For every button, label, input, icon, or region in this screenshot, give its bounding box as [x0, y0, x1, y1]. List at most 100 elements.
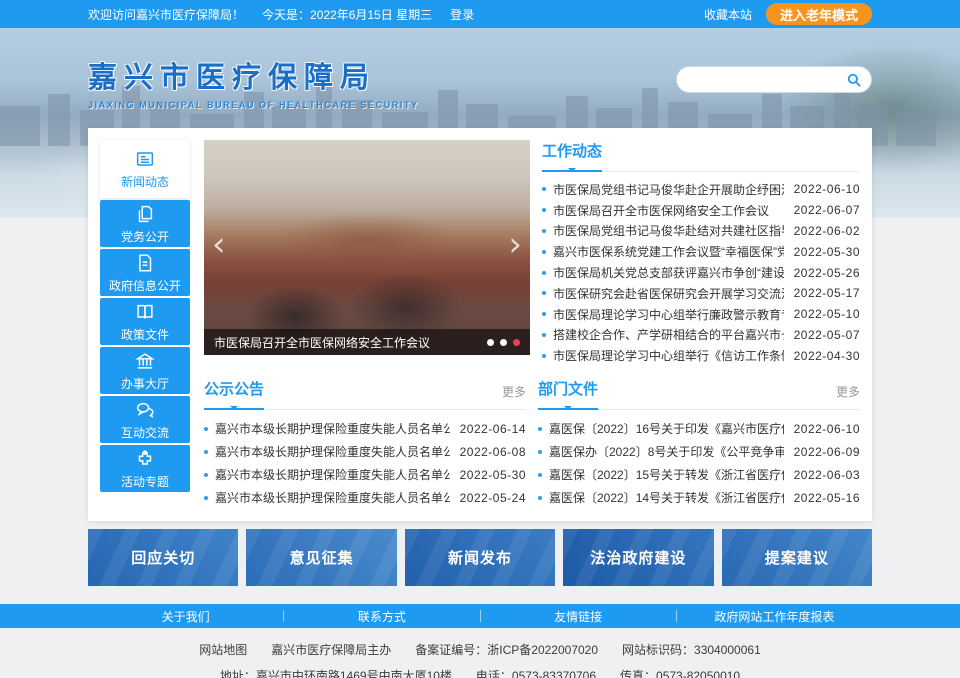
topbar: 欢迎访问嘉兴市医疗保障局！ 今天是：2022年6月15日 星期三 登录 收藏本站…: [0, 0, 960, 28]
sidebar-item-label: 政策文件: [121, 326, 169, 343]
site-title: 嘉兴市医疗保障局: [88, 54, 419, 96]
footer-link-about[interactable]: 关于我们: [88, 608, 283, 625]
bullet-icon: [204, 427, 208, 431]
department-docs-title[interactable]: 部门文件: [538, 378, 598, 410]
login-link[interactable]: 登录: [450, 6, 474, 23]
banner-respond-concerns[interactable]: 回应关切: [88, 529, 238, 586]
pages-icon: [134, 203, 156, 225]
sitemap-link[interactable]: 网站地图: [199, 643, 247, 657]
bullet-icon: [538, 450, 542, 454]
public-notice-panel: 公示公告 更多 嘉兴市本级长期护理保险重度失能人员名单公示（2...2022-0…: [204, 378, 526, 509]
footer-nav: 关于我们 联系方式 友情链接 政府网站工作年度报表: [0, 604, 960, 628]
footer-line-1: 网站地图 嘉兴市医疗保障局主办 备案证编号：浙ICP备2022007020 网站标识码…: [0, 641, 960, 658]
sidebar-item-label: 活动专题: [121, 473, 169, 490]
bullet-icon: [542, 250, 546, 254]
carousel-dots: [487, 339, 520, 346]
welcome-text: 欢迎访问嘉兴市医疗保障局！: [88, 6, 244, 23]
carousel-caption-bar: 市医保局召开全市医保网络安全工作会议: [204, 329, 530, 355]
sidebar-item-label: 办事大厅: [121, 375, 169, 392]
sidebar-item-gov-info[interactable]: 政府信息公开: [100, 249, 190, 296]
list-item[interactable]: 市医保研究会赴省医保研究会开展学习交流活动2022-05-17: [542, 283, 860, 304]
bullet-icon: [204, 450, 208, 454]
book-icon: [134, 301, 156, 323]
sidebar-item-special-topics[interactable]: 活动专题: [100, 445, 190, 492]
list-item[interactable]: 嘉兴市本级长期护理保险重度失能人员名单公示（2...2022-06-08: [204, 440, 526, 463]
footer-fax: 传真：0573-82050010: [620, 669, 740, 678]
banner-shortcuts: 回应关切 意见征集 新闻发布 法治政府建设 提案建议: [88, 529, 872, 586]
list-item[interactable]: 嘉兴市本级长期护理保险重度失能人员名单公示（2...2022-05-24: [204, 486, 526, 509]
footer: 网站地图 嘉兴市医疗保障局主办 备案证编号：浙ICP备2022007020 网站标识码…: [0, 628, 960, 678]
list-item[interactable]: 嘉医保〔2022〕15号关于转发《浙江省医疗保...2022-06-03: [538, 463, 860, 486]
list-item[interactable]: 嘉医保〔2022〕16号关于印发《嘉兴市医疗保...2022-06-10: [538, 417, 860, 440]
public-notice-list: 嘉兴市本级长期护理保险重度失能人员名单公示（2...2022-06-14 嘉兴市…: [204, 417, 526, 509]
bullet-icon: [542, 333, 546, 337]
bank-icon: [134, 350, 156, 372]
list-item[interactable]: 市医保局机关党总支部获评嘉兴市争创“建设清廉机...2022-05-26: [542, 262, 860, 283]
list-item[interactable]: 市医保局党组书记马俊华赴企开展助企纾困活动2022-06-10: [542, 179, 860, 200]
bullet-icon: [542, 229, 546, 233]
sidebar-item-news[interactable]: 新闻动态: [100, 140, 190, 198]
bullet-icon: [542, 187, 546, 191]
department-docs-list: 嘉医保〔2022〕16号关于印发《嘉兴市医疗保...2022-06-10 嘉医保…: [538, 417, 860, 509]
footer-link-friendly-links[interactable]: 友情链接: [481, 608, 676, 625]
bullet-icon: [542, 208, 546, 212]
carousel-dot-active[interactable]: [513, 339, 520, 346]
sidebar-item-service-hall[interactable]: 办事大厅: [100, 347, 190, 394]
sidebar-item-label: 党务公开: [121, 228, 169, 245]
notice-more-link[interactable]: 更多: [502, 383, 526, 409]
footer-link-annual-report[interactable]: 政府网站工作年度报表: [677, 608, 872, 625]
list-item[interactable]: 市医保局理论学习中心组举行《信访工作条例》专题...2022-04-30: [542, 345, 860, 366]
search-box: [676, 66, 872, 93]
dept-more-link[interactable]: 更多: [836, 383, 860, 409]
list-item[interactable]: 嘉兴市本级长期护理保险重度失能人员名单公示（2...2022-05-30: [204, 463, 526, 486]
work-dynamics-title[interactable]: 工作动态: [542, 140, 602, 172]
bullet-icon: [538, 427, 542, 431]
bullet-icon: [538, 473, 542, 477]
carousel-prev-icon[interactable]: ‹: [212, 227, 226, 261]
file-icon: [134, 252, 156, 274]
footer-address: 地址：嘉兴市中环南路1469号中南大厦10楼: [220, 669, 452, 678]
favorite-link[interactable]: 收藏本站: [704, 6, 752, 23]
list-item[interactable]: 嘉医保〔2022〕14号关于转发《浙江省医疗保...2022-05-16: [538, 486, 860, 509]
footer-icp: 备案证编号：浙ICP备2022007020: [415, 643, 598, 657]
list-item[interactable]: 嘉兴市本级长期护理保险重度失能人员名单公示（2...2022-06-14: [204, 417, 526, 440]
search-icon[interactable]: [845, 71, 863, 89]
department-docs-panel: 部门文件 更多 嘉医保〔2022〕16号关于印发《嘉兴市医疗保...2022-0…: [538, 378, 860, 509]
carousel-next-icon[interactable]: ›: [508, 227, 522, 261]
elder-mode-button[interactable]: 进入老年模式: [766, 3, 872, 25]
work-dynamics-panel: 工作动态 市医保局党组书记马俊华赴企开展助企纾困活动2022-06-10 市医保…: [542, 140, 860, 366]
footer-host: 嘉兴市医疗保障局主办: [271, 643, 391, 657]
banner-rule-of-law[interactable]: 法治政府建设: [563, 529, 713, 586]
sidebar-item-interaction[interactable]: 互动交流: [100, 396, 190, 443]
carousel-dot[interactable]: [500, 339, 507, 346]
footer-link-contact[interactable]: 联系方式: [284, 608, 479, 625]
work-dynamics-list: 市医保局党组书记马俊华赴企开展助企纾困活动2022-06-10 市医保局召开全市…: [542, 179, 860, 366]
bullet-icon: [542, 312, 546, 316]
list-item[interactable]: 市医保局理论学习中心组举行廉政警示教育专题学习...2022-05-10: [542, 304, 860, 325]
bullet-icon: [542, 291, 546, 295]
main-content: 新闻动态 党务公开 政府信息公开: [88, 128, 872, 521]
footer-site-code: 网站标识码：3304000061: [622, 643, 761, 657]
list-item[interactable]: 嘉兴市医保系统党建工作会议暨“幸福医保”党建联...2022-05-30: [542, 241, 860, 262]
chat-icon: [134, 399, 156, 421]
bullet-icon: [542, 354, 546, 358]
search-input[interactable]: [689, 73, 845, 87]
list-item[interactable]: 搭建校企合作、产学研相结合的平台嘉兴市长期护理...2022-05-07: [542, 325, 860, 346]
sidebar-item-policy-docs[interactable]: 政策文件: [100, 298, 190, 345]
site-brand: 嘉兴市医疗保障局 JIAXING MUNICIPAL BUREAU OF HEA…: [88, 54, 419, 110]
today-text: 今天是：2022年6月15日 星期三: [262, 6, 432, 23]
carousel[interactable]: ‹ › 市医保局召开全市医保网络安全工作会议: [204, 140, 530, 355]
sidebar-item-party-affairs[interactable]: 党务公开: [100, 200, 190, 247]
carousel-caption[interactable]: 市医保局召开全市医保网络安全工作会议: [214, 334, 479, 351]
banner-opinion-collection[interactable]: 意见征集: [246, 529, 396, 586]
news-icon: [134, 148, 156, 170]
list-item[interactable]: 市医保局党组书记马俊华赴结对共建社区指导全国文...2022-06-02: [542, 221, 860, 242]
list-item[interactable]: 市医保局召开全市医保网络安全工作会议2022-06-07: [542, 200, 860, 221]
sidebar-item-label: 政府信息公开: [109, 277, 181, 294]
site-subtitle: JIAXING MUNICIPAL BUREAU OF HEALTHCARE S…: [88, 100, 419, 110]
banner-news-release[interactable]: 新闻发布: [405, 529, 555, 586]
public-notice-title[interactable]: 公示公告: [204, 378, 264, 410]
banner-proposals[interactable]: 提案建议: [722, 529, 872, 586]
list-item[interactable]: 嘉医保办〔2022〕8号关于印发《公平竞争审查...2022-06-09: [538, 440, 860, 463]
carousel-dot[interactable]: [487, 339, 494, 346]
